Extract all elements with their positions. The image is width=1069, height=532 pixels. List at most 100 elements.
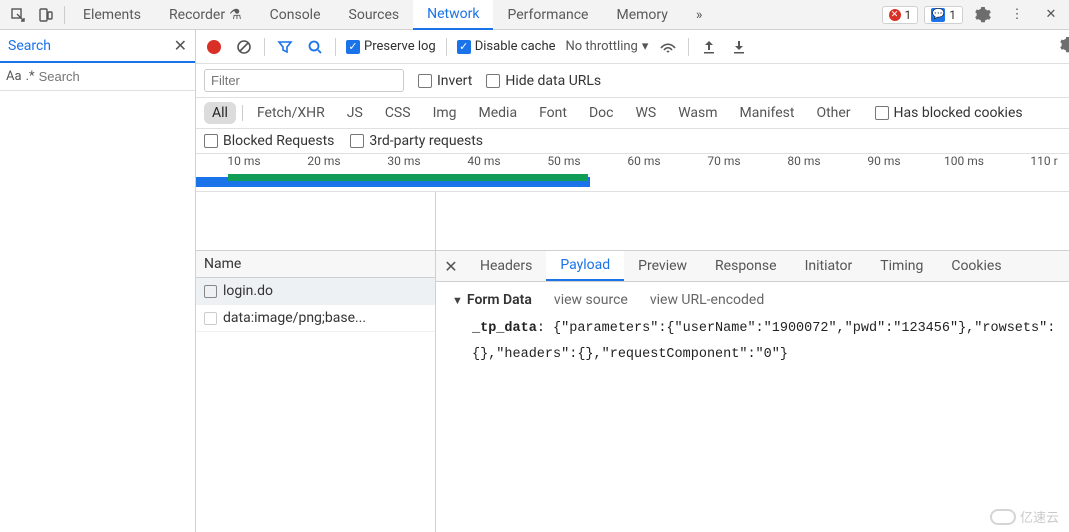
- request-name: login.do: [223, 283, 273, 299]
- type-filter-wasm[interactable]: Wasm: [670, 102, 725, 124]
- network-conditions-icon[interactable]: [658, 37, 678, 57]
- form-data-key: _tp_data: [472, 321, 537, 336]
- download-har-icon[interactable]: [729, 37, 749, 57]
- regex-toggle[interactable]: .*: [26, 69, 35, 84]
- match-case-toggle[interactable]: Aa: [6, 69, 22, 84]
- type-filter-fetch-xhr[interactable]: Fetch/XHR: [249, 102, 333, 124]
- watermark: 亿速云: [990, 507, 1059, 526]
- tab-performance[interactable]: Performance: [493, 1, 602, 29]
- invert-label: Invert: [437, 73, 472, 89]
- cloud-icon: [990, 509, 1016, 525]
- clear-button[interactable]: [234, 37, 254, 57]
- view-url-encoded-link[interactable]: view URL-encoded: [650, 292, 764, 308]
- request-row[interactable]: login.do: [196, 278, 435, 305]
- checkbox-checked-icon: ✓: [457, 40, 471, 54]
- info-badge[interactable]: 💬 1: [924, 6, 963, 24]
- detail-tab-timing[interactable]: Timing: [866, 252, 937, 280]
- checkbox-unchecked-icon: [486, 74, 500, 88]
- throttling-label: No throttling: [566, 39, 638, 54]
- detail-tab-initiator[interactable]: Initiator: [791, 252, 867, 280]
- devtools-tabs: Elements Recorder⚗ Console Sources Netwo…: [69, 0, 882, 30]
- timeline-ticks: 10 ms20 ms30 ms 40 ms50 ms60 ms 70 ms80 …: [196, 154, 1069, 172]
- kebab-menu-icon[interactable]: ⋮: [1003, 1, 1031, 29]
- type-filter-img[interactable]: Img: [425, 102, 465, 124]
- detail-tab-payload[interactable]: Payload: [546, 251, 624, 281]
- type-filter-manifest[interactable]: Manifest: [732, 102, 803, 124]
- flask-icon: ⚗: [229, 7, 242, 23]
- request-row[interactable]: data:image/png;base...: [196, 305, 435, 332]
- upload-har-icon[interactable]: [699, 37, 719, 57]
- details-close-icon[interactable]: ✕: [436, 257, 466, 276]
- type-filter-doc[interactable]: Doc: [581, 102, 622, 124]
- form-data-value: {"parameters":{"userName":"1900072","pwd…: [472, 321, 1055, 362]
- form-data-toggle[interactable]: ▼Form Data: [452, 292, 532, 308]
- type-filter-js[interactable]: JS: [339, 102, 371, 124]
- third-party-checkbox[interactable]: 3rd-party requests: [350, 133, 483, 149]
- tab-memory[interactable]: Memory: [602, 1, 681, 29]
- preserve-log-checkbox[interactable]: ✓ Preserve log: [346, 39, 436, 54]
- search-panel-title: Search: [8, 38, 51, 54]
- type-filter-css[interactable]: CSS: [377, 102, 419, 124]
- name-column-header[interactable]: Name: [196, 250, 435, 278]
- type-filter-media[interactable]: Media: [471, 102, 526, 124]
- chevron-down-icon: ▾: [642, 39, 649, 54]
- blocked-requests-label: Blocked Requests: [223, 133, 334, 149]
- tab-sources[interactable]: Sources: [335, 1, 414, 29]
- checkbox-unchecked-icon: [350, 134, 364, 148]
- form-data-entry: _tp_data: {"parameters":{"userName":"190…: [452, 316, 1068, 367]
- tabs-overflow[interactable]: »: [682, 1, 717, 29]
- errors-badge[interactable]: ✕ 1: [882, 6, 919, 24]
- type-filter-font[interactable]: Font: [531, 102, 575, 124]
- disable-cache-checkbox[interactable]: ✓ Disable cache: [457, 39, 556, 54]
- settings-gear-icon[interactable]: [969, 1, 997, 29]
- detail-tab-headers[interactable]: Headers: [466, 252, 546, 280]
- error-icon: ✕: [889, 9, 901, 21]
- tab-console[interactable]: Console: [256, 1, 335, 29]
- checkbox-unchecked-icon: [204, 285, 217, 298]
- invert-checkbox[interactable]: Invert: [418, 73, 472, 89]
- timeline-overview[interactable]: 10 ms20 ms30 ms 40 ms50 ms60 ms 70 ms80 …: [196, 154, 1069, 192]
- record-icon: [207, 40, 221, 54]
- search-toolbar-icon[interactable]: [305, 37, 325, 57]
- device-toggle-icon[interactable]: [32, 1, 60, 29]
- filter-funnel-icon[interactable]: [275, 37, 295, 57]
- triangle-down-icon: ▼: [452, 294, 463, 307]
- tab-recorder-label: Recorder: [169, 7, 225, 23]
- watermark-text: 亿速云: [1020, 507, 1059, 526]
- detail-tab-preview[interactable]: Preview: [624, 252, 701, 280]
- checkbox-unchecked-icon: [204, 312, 217, 325]
- blocked-requests-checkbox[interactable]: Blocked Requests: [204, 133, 334, 149]
- tab-network[interactable]: Network: [413, 0, 493, 30]
- info-count: 1: [949, 8, 956, 22]
- third-party-label: 3rd-party requests: [369, 133, 483, 149]
- checkbox-unchecked-icon: [875, 106, 889, 120]
- search-input[interactable]: [39, 69, 215, 84]
- detail-tab-cookies[interactable]: Cookies: [937, 252, 1015, 280]
- search-close-icon[interactable]: ✕: [174, 36, 187, 55]
- has-blocked-cookies-label: Has blocked cookies: [894, 105, 1023, 121]
- type-filter-all[interactable]: All: [204, 102, 236, 124]
- request-name: data:image/png;base...: [223, 310, 366, 326]
- errors-count: 1: [905, 8, 912, 22]
- tab-recorder[interactable]: Recorder⚗: [155, 1, 256, 29]
- view-source-link[interactable]: view source: [554, 292, 628, 308]
- filter-input[interactable]: [204, 69, 404, 92]
- checkbox-unchecked-icon: [418, 74, 432, 88]
- disable-cache-label: Disable cache: [475, 39, 556, 54]
- inspect-icon[interactable]: [4, 1, 32, 29]
- hide-data-urls-checkbox[interactable]: Hide data URLs: [486, 73, 601, 89]
- throttling-select[interactable]: No throttling ▾: [566, 39, 649, 54]
- network-settings-icon[interactable]: [1060, 37, 1069, 57]
- checkbox-unchecked-icon: [204, 134, 218, 148]
- hide-data-urls-label: Hide data URLs: [505, 73, 601, 89]
- type-filter-other[interactable]: Other: [808, 102, 858, 124]
- checkbox-checked-icon: ✓: [346, 40, 360, 54]
- info-icon: 💬: [931, 8, 945, 22]
- record-button[interactable]: [204, 37, 224, 57]
- preserve-log-label: Preserve log: [364, 39, 436, 54]
- tab-elements[interactable]: Elements: [69, 1, 155, 29]
- type-filter-ws[interactable]: WS: [627, 102, 664, 124]
- detail-tab-response[interactable]: Response: [701, 252, 791, 280]
- close-devtools-icon[interactable]: ✕: [1037, 1, 1065, 29]
- has-blocked-cookies-checkbox[interactable]: Has blocked cookies: [875, 105, 1023, 121]
